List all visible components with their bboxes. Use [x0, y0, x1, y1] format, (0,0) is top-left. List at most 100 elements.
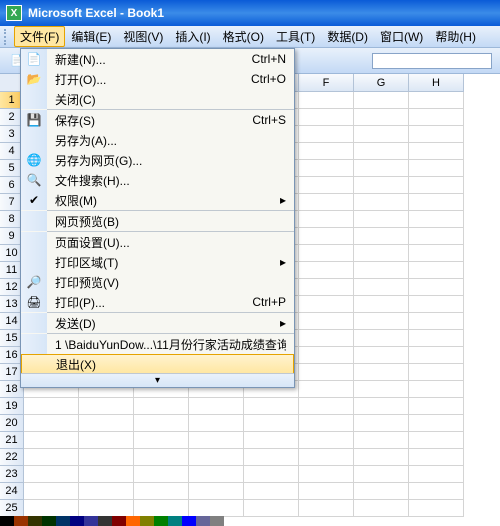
column-header[interactable]: G — [354, 74, 409, 92]
color-swatch[interactable] — [182, 516, 196, 526]
cell[interactable] — [24, 432, 79, 449]
cell[interactable] — [244, 500, 299, 517]
cell[interactable] — [24, 500, 79, 517]
cell[interactable] — [24, 415, 79, 432]
cell[interactable] — [79, 449, 134, 466]
cell[interactable] — [409, 364, 464, 381]
cell[interactable] — [409, 194, 464, 211]
cell[interactable] — [409, 398, 464, 415]
cell[interactable] — [299, 466, 354, 483]
cell[interactable] — [299, 262, 354, 279]
cell[interactable] — [354, 92, 409, 109]
menu-permission[interactable]: ✔ 权限(M) ▸ — [21, 190, 294, 210]
row-header[interactable]: 22 — [0, 449, 24, 466]
cell[interactable] — [299, 500, 354, 517]
row-header[interactable]: 20 — [0, 415, 24, 432]
color-swatch[interactable] — [98, 516, 112, 526]
cell[interactable] — [299, 483, 354, 500]
cell[interactable] — [79, 432, 134, 449]
cell[interactable] — [189, 500, 244, 517]
cell[interactable] — [409, 143, 464, 160]
cell[interactable] — [354, 194, 409, 211]
cell[interactable] — [299, 228, 354, 245]
cell[interactable] — [134, 398, 189, 415]
cell[interactable] — [79, 466, 134, 483]
cell[interactable] — [299, 449, 354, 466]
cell[interactable] — [24, 466, 79, 483]
color-swatch[interactable] — [140, 516, 154, 526]
cell[interactable] — [299, 92, 354, 109]
cell[interactable] — [409, 177, 464, 194]
cell[interactable] — [409, 483, 464, 500]
cell[interactable] — [299, 177, 354, 194]
menu-view[interactable]: 视图(V) — [117, 26, 169, 47]
menu-printpreview[interactable]: 🔎 打印预览(V) — [21, 272, 294, 292]
cell[interactable] — [354, 211, 409, 228]
cell[interactable] — [354, 313, 409, 330]
cell[interactable] — [299, 330, 354, 347]
cell[interactable] — [189, 449, 244, 466]
cell[interactable] — [189, 432, 244, 449]
menu-send[interactable]: 发送(D) ▸ — [21, 313, 294, 333]
cell[interactable] — [299, 364, 354, 381]
menu-insert[interactable]: 插入(I) — [169, 26, 216, 47]
cell[interactable] — [79, 483, 134, 500]
help-question-input[interactable] — [372, 53, 492, 69]
cell[interactable] — [354, 245, 409, 262]
cell[interactable] — [354, 228, 409, 245]
menu-print[interactable]: 🖨 打印(P)... Ctrl+P — [21, 292, 294, 312]
menu-filesearch[interactable]: 🔍 文件搜索(H)... — [21, 170, 294, 190]
cell[interactable] — [299, 109, 354, 126]
menu-expand-chevron-icon[interactable]: ▾ — [21, 373, 294, 387]
color-swatch[interactable] — [210, 516, 224, 526]
cell[interactable] — [189, 415, 244, 432]
cell[interactable] — [299, 126, 354, 143]
cell[interactable] — [409, 279, 464, 296]
cell[interactable] — [24, 483, 79, 500]
cell[interactable] — [244, 398, 299, 415]
cell[interactable] — [299, 313, 354, 330]
cell[interactable] — [409, 245, 464, 262]
menubar-handle-icon[interactable] — [4, 29, 10, 45]
color-swatch[interactable] — [56, 516, 70, 526]
color-swatch[interactable] — [0, 516, 14, 526]
column-header[interactable]: H — [409, 74, 464, 92]
cell[interactable] — [79, 500, 134, 517]
cell[interactable] — [299, 296, 354, 313]
color-swatch[interactable] — [112, 516, 126, 526]
menu-open[interactable]: 📂 打开(O)... Ctrl+O — [21, 69, 294, 89]
row-header[interactable]: 19 — [0, 398, 24, 415]
menu-format[interactable]: 格式(O) — [217, 26, 270, 47]
cell[interactable] — [299, 194, 354, 211]
cell[interactable] — [409, 92, 464, 109]
menu-file[interactable]: 文件(F) — [14, 26, 65, 47]
row-header[interactable]: 21 — [0, 432, 24, 449]
cell[interactable] — [409, 126, 464, 143]
color-swatch[interactable] — [14, 516, 28, 526]
menu-new[interactable]: 📄 新建(N)... Ctrl+N — [21, 49, 294, 69]
cell[interactable] — [299, 245, 354, 262]
cell[interactable] — [134, 432, 189, 449]
cell[interactable] — [244, 466, 299, 483]
menu-recent-file-1[interactable]: 1 \BaiduYunDow...\11月份行家活动成绩查询系统 — [21, 334, 294, 354]
cell[interactable] — [189, 398, 244, 415]
cell[interactable] — [354, 449, 409, 466]
cell[interactable] — [244, 449, 299, 466]
cell[interactable] — [134, 466, 189, 483]
cell[interactable] — [409, 330, 464, 347]
row-header[interactable]: 24 — [0, 483, 24, 500]
cell[interactable] — [244, 483, 299, 500]
cell[interactable] — [299, 347, 354, 364]
menu-edit[interactable]: 编辑(E) — [65, 26, 117, 47]
cell[interactable] — [134, 415, 189, 432]
cell[interactable] — [409, 296, 464, 313]
menu-saveas[interactable]: 另存为(A)... — [21, 130, 294, 150]
cell[interactable] — [354, 381, 409, 398]
menu-window[interactable]: 窗口(W) — [374, 26, 429, 47]
cell[interactable] — [409, 347, 464, 364]
row-header[interactable]: 25 — [0, 500, 24, 517]
cell[interactable] — [354, 466, 409, 483]
color-swatch[interactable] — [70, 516, 84, 526]
cell[interactable] — [354, 483, 409, 500]
cell[interactable] — [299, 160, 354, 177]
